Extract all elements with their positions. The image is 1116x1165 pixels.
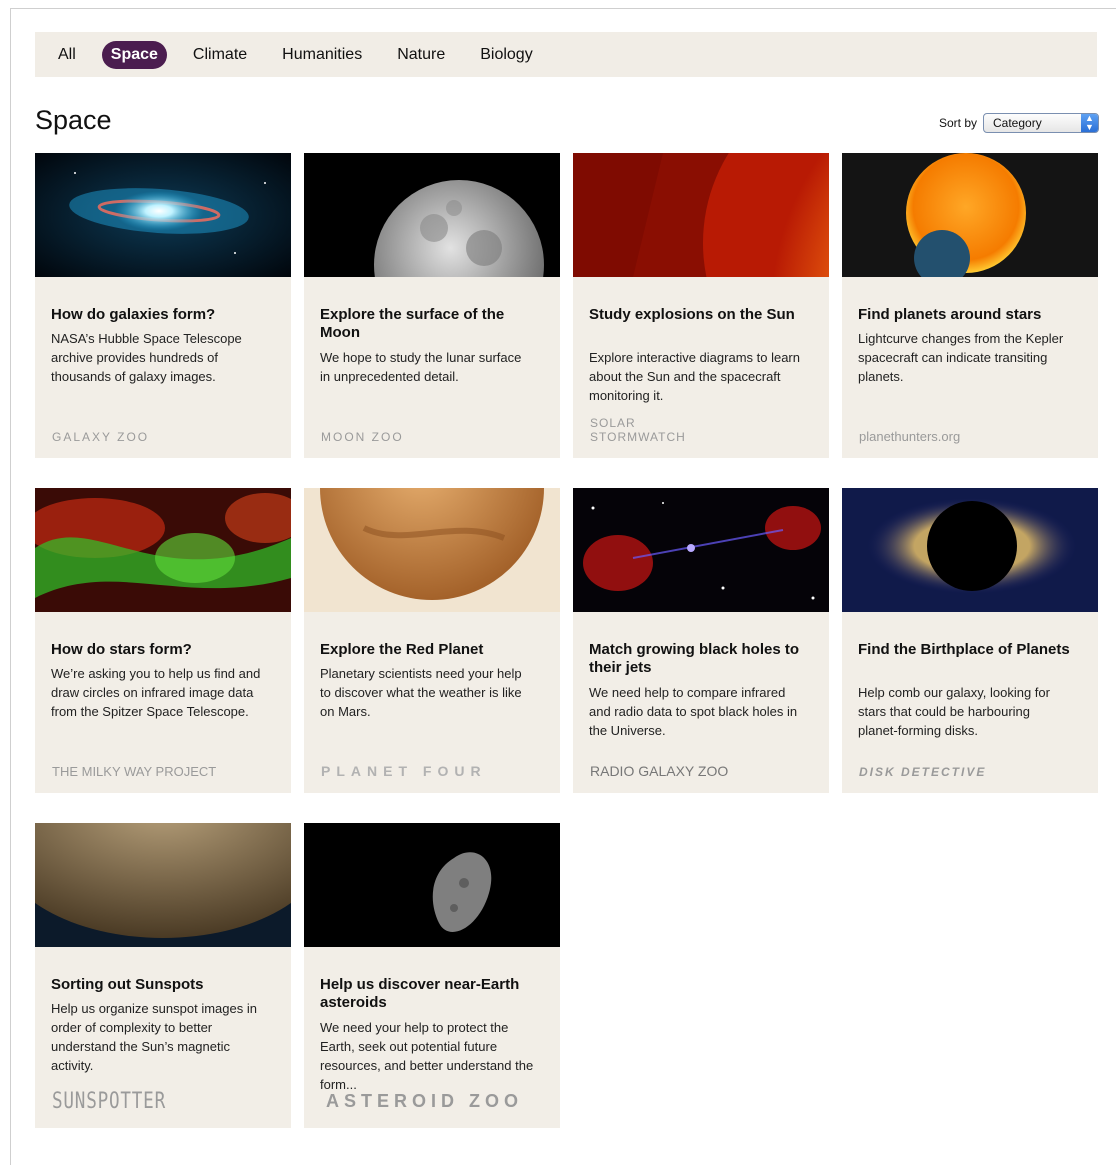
- asteroid-zoo-logo: ASTEROID ZOO: [326, 1091, 524, 1111]
- galaxy-image: [35, 153, 291, 277]
- stellar-disk-image: [842, 488, 1098, 612]
- moon-zoo-logo: MOON ZOO: [321, 430, 404, 444]
- planet-transit-image: [842, 153, 1098, 277]
- project-card-solar-stormwatch[interactable]: Study explosions on the Sun Explore inte…: [573, 153, 829, 458]
- card-title: How do galaxies form?: [51, 306, 216, 323]
- project-card-radio-galaxy-zoo[interactable]: Match growing black holes to their jets …: [573, 488, 829, 793]
- card-description: We need help to compare infrared and rad…: [589, 685, 798, 738]
- card-title: Sorting out Sunspots: [51, 976, 204, 993]
- card-title: Study explosions on the Sun: [589, 306, 795, 323]
- select-arrows-icon: ▲ ▼: [1081, 114, 1098, 132]
- tab-climate[interactable]: Climate: [184, 41, 256, 69]
- asteroid-image: [304, 823, 560, 947]
- card-title: Find the Birthplace of Planets: [858, 641, 1070, 658]
- solar-stormwatch-logo: SOLAR STORMWATCH: [590, 416, 686, 444]
- galaxy-zoo-logo: GALAXY ZOO: [52, 430, 150, 444]
- sort-control: Sort by Category ▲ ▼: [939, 113, 1099, 133]
- card-description: Help us organize sunspot images in order…: [51, 1001, 257, 1073]
- page-title: Space: [35, 105, 112, 135]
- project-card-asteroid-zoo[interactable]: Help us discover near-Earth asteroids We…: [304, 823, 560, 1128]
- frame-border-top: [10, 8, 1116, 9]
- sort-selected-value: Category: [993, 116, 1042, 130]
- card-title: Help us discover near-Earth asteroids: [320, 976, 520, 1011]
- card-description: Planetary scientists need your help to d…: [320, 666, 522, 719]
- card-description: We’re asking you to help us find and dra…: [51, 666, 261, 719]
- infrared-nebula-image: [35, 488, 291, 612]
- mars-image: [304, 488, 560, 612]
- project-card-planet-four[interactable]: Explore the Red Planet Planetary scienti…: [304, 488, 560, 793]
- moon-image: [304, 153, 560, 277]
- project-card-milky-way-project[interactable]: How do stars form? We’re asking you to h…: [35, 488, 291, 793]
- card-description: Help comb our galaxy, looking for stars …: [858, 685, 1050, 738]
- sort-label: Sort by: [938, 116, 977, 130]
- sunspot-image: [35, 823, 291, 947]
- radio-jets-image: [573, 488, 829, 612]
- card-description: NASA’s Hubble Space Telescope archive pr…: [51, 331, 242, 384]
- tab-humanities[interactable]: Humanities: [273, 41, 371, 69]
- sunspotter-logo: SUNSPOTTER: [52, 1089, 166, 1114]
- planet-hunters-logo: planethunters.org: [859, 429, 961, 444]
- tab-biology[interactable]: Biology: [471, 41, 541, 69]
- card-title: Find planets around stars: [858, 306, 1042, 323]
- card-description: Lightcurve changes from the Kepler space…: [858, 331, 1064, 384]
- frame-border-left: [10, 8, 11, 1165]
- sun-image: [573, 153, 829, 277]
- project-card-disk-detective[interactable]: Find the Birthplace of Planets Help comb…: [842, 488, 1098, 793]
- card-description: Explore interactive diagrams to learn ab…: [589, 350, 800, 403]
- tab-nature[interactable]: Nature: [388, 41, 454, 69]
- project-card-sunspotter[interactable]: Sorting out Sunspots Help us organize su…: [35, 823, 291, 1128]
- project-card-galaxy-zoo[interactable]: How do galaxies form? NASA’s Hubble Spac…: [35, 153, 291, 458]
- card-title: How do stars form?: [51, 641, 192, 658]
- project-grid: How do galaxies form? NASA’s Hubble Spac…: [35, 153, 1098, 1128]
- radio-galaxy-zoo-logo: RADIO GALAXY ZOO: [590, 763, 729, 779]
- project-card-planet-hunters[interactable]: Find planets around stars Lightcurve cha…: [842, 153, 1098, 458]
- sort-select[interactable]: Category ▲ ▼: [983, 113, 1099, 133]
- category-filter-bar: All Space Climate Humanities Nature Biol…: [35, 32, 1097, 77]
- milky-way-project-logo: THE MILKY WAY PROJECT: [52, 764, 217, 779]
- card-title: Explore the Red Planet: [320, 641, 484, 658]
- project-card-moon-zoo[interactable]: Explore the surface of the Moon We hope …: [304, 153, 560, 458]
- card-title: Explore the surface of the Moon: [320, 306, 505, 341]
- card-title: Match growing black holes to their jets: [589, 641, 800, 676]
- card-description: We hope to study the lunar surface in un…: [320, 350, 522, 384]
- card-description: We need your help to protect the Earth, …: [320, 1020, 534, 1092]
- disk-detective-logo: DISK DETECTIVE: [859, 765, 987, 779]
- tab-space[interactable]: Space: [101, 40, 167, 69]
- planet-four-logo: PLANET FOUR: [321, 763, 487, 779]
- tab-all[interactable]: All: [49, 41, 85, 69]
